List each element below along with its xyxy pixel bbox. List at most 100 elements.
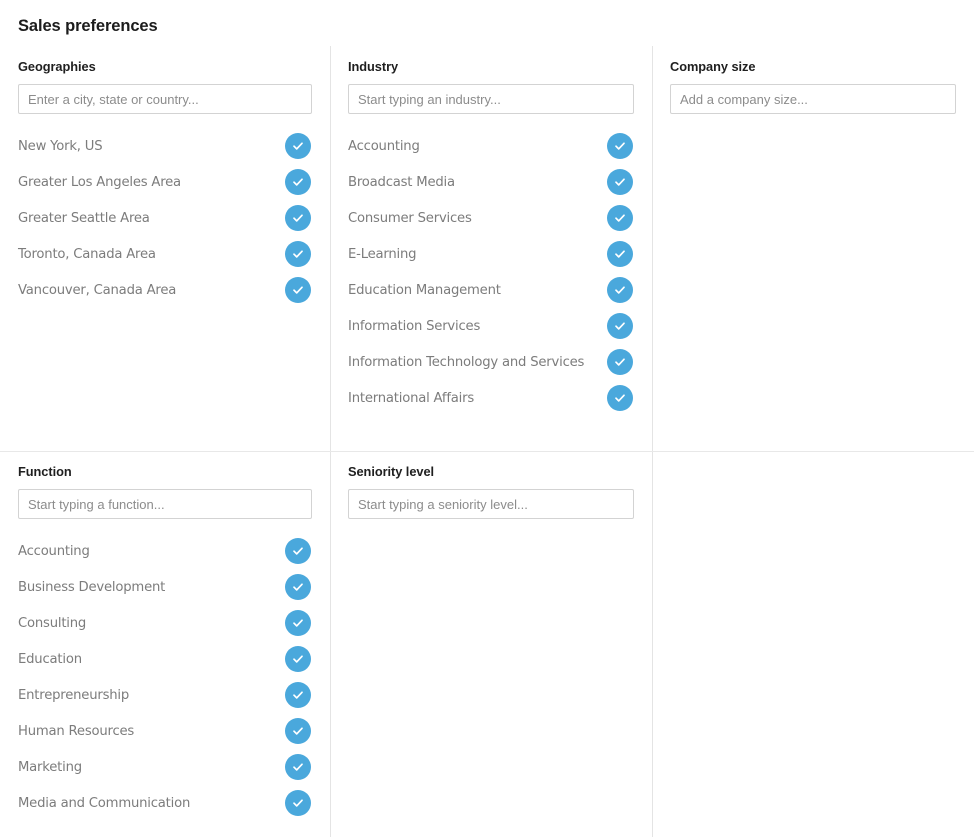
sales-preferences-page: Sales preferences Geographies New York, U… [0, 0, 974, 837]
list-item[interactable]: E-Learning [348, 236, 634, 272]
row-divider [0, 451, 974, 452]
list-item[interactable]: Greater Seattle Area [18, 200, 312, 236]
check-icon [291, 796, 305, 810]
list-item[interactable]: Greater Los Angeles Area [18, 164, 312, 200]
seniority-level-input[interactable] [348, 489, 634, 519]
facet-title-industry: Industry [348, 59, 399, 74]
check-icon [613, 355, 627, 369]
check-icon [291, 283, 305, 297]
list-item[interactable]: Entrepreneurship [18, 677, 312, 713]
geographies-option-list: New York, US Greater Los Angeles Area Grea… [18, 128, 312, 308]
selected-toggle-button[interactable] [285, 646, 311, 672]
list-item[interactable]: New York, US [18, 128, 312, 164]
list-item[interactable]: Toronto, Canada Area [18, 236, 312, 272]
selected-toggle-button[interactable] [285, 133, 311, 159]
option-label: Entrepreneurship [18, 687, 130, 703]
selected-toggle-button[interactable] [607, 205, 633, 231]
industry-input[interactable] [348, 84, 634, 114]
option-label: Consumer Services [348, 210, 472, 226]
check-icon [291, 544, 305, 558]
column-divider [652, 452, 653, 837]
list-item[interactable]: Business Development [18, 569, 312, 605]
facet-title-function: Function [18, 464, 72, 479]
option-label: Information Technology and Services [348, 354, 585, 370]
column-divider [652, 46, 653, 451]
list-item[interactable]: Accounting [18, 533, 312, 569]
list-item[interactable]: International Affairs [348, 380, 634, 416]
option-label: Media and Communication [18, 795, 191, 811]
list-item[interactable]: Human Resources [18, 713, 312, 749]
check-icon [291, 616, 305, 630]
check-icon [613, 247, 627, 261]
check-icon [613, 283, 627, 297]
list-item[interactable]: Consumer Services [348, 200, 634, 236]
selected-toggle-button[interactable] [285, 538, 311, 564]
selected-toggle-button[interactable] [285, 169, 311, 195]
facet-title-seniority-level: Seniority level [348, 464, 435, 479]
list-item[interactable]: Education [18, 641, 312, 677]
list-item[interactable]: Media and Communication [18, 785, 312, 821]
list-item[interactable]: Education Management [348, 272, 634, 308]
geographies-input[interactable] [18, 84, 312, 114]
option-label: Accounting [348, 138, 420, 154]
industry-option-list: Accounting Broadcast Media Consumer Servic… [348, 128, 634, 416]
check-icon [613, 175, 627, 189]
check-icon [291, 652, 305, 666]
selected-toggle-button[interactable] [607, 169, 633, 195]
option-label: Consulting [18, 615, 87, 631]
column-divider [330, 452, 331, 837]
list-item[interactable]: Vancouver, Canada Area [18, 272, 312, 308]
option-label: Education Management [348, 282, 501, 298]
option-label: Broadcast Media [348, 174, 455, 190]
option-label: Greater Los Angeles Area [18, 174, 181, 190]
facet-panel-empty [652, 451, 974, 837]
selected-toggle-button[interactable] [285, 205, 311, 231]
selected-toggle-button[interactable] [285, 277, 311, 303]
option-label: Business Development [18, 579, 166, 595]
list-item[interactable]: Consulting [18, 605, 312, 641]
selected-toggle-button[interactable] [285, 241, 311, 267]
selected-toggle-button[interactable] [607, 277, 633, 303]
check-icon [291, 688, 305, 702]
selected-toggle-button[interactable] [285, 754, 311, 780]
grid-row-bottom: Function Accounting Business Development Co… [0, 451, 974, 837]
list-item[interactable]: Marketing [18, 749, 312, 785]
facet-panel-company-size: Company size [652, 46, 974, 451]
check-icon [613, 391, 627, 405]
list-item[interactable]: Broadcast Media [348, 164, 634, 200]
check-icon [613, 211, 627, 225]
check-icon [291, 247, 305, 261]
facet-title-geographies: Geographies [18, 59, 96, 74]
selected-toggle-button[interactable] [285, 574, 311, 600]
facet-panel-seniority-level: Seniority level [330, 451, 652, 837]
option-label: Toronto, Canada Area [18, 246, 156, 262]
option-label: New York, US [18, 138, 103, 154]
option-label: Education [18, 651, 82, 667]
facet-panel-geographies: Geographies New York, US Greater Los Angel… [0, 46, 330, 451]
option-label: Human Resources [18, 723, 135, 739]
selected-toggle-button[interactable] [285, 718, 311, 744]
company-size-input[interactable] [670, 84, 956, 114]
selected-toggle-button[interactable] [607, 241, 633, 267]
list-item[interactable]: Information Services [348, 308, 634, 344]
option-label: E-Learning [348, 246, 417, 262]
selected-toggle-button[interactable] [285, 610, 311, 636]
selected-toggle-button[interactable] [285, 790, 311, 816]
selected-toggle-button[interactable] [607, 349, 633, 375]
check-icon [291, 139, 305, 153]
facet-panel-function: Function Accounting Business Development Co… [0, 451, 330, 837]
check-icon [291, 724, 305, 738]
facet-title-company-size: Company size [670, 59, 756, 74]
list-item[interactable]: Information Technology and Services [348, 344, 634, 380]
selected-toggle-button[interactable] [607, 313, 633, 339]
selected-toggle-button[interactable] [607, 133, 633, 159]
function-input[interactable] [18, 489, 312, 519]
function-option-list: Accounting Business Development Consulting… [18, 533, 312, 821]
selected-toggle-button[interactable] [285, 682, 311, 708]
check-icon [613, 139, 627, 153]
check-icon [291, 175, 305, 189]
facet-panel-industry: Industry Accounting Broadcast Media Consume… [330, 46, 652, 451]
list-item[interactable]: Accounting [348, 128, 634, 164]
selected-toggle-button[interactable] [607, 385, 633, 411]
option-label: International Affairs [348, 390, 475, 406]
